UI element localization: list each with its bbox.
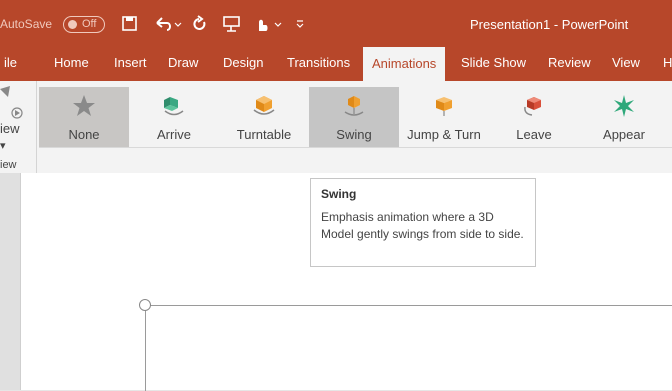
tab-slide-show[interactable]: Slide Show [461, 45, 526, 81]
ribbon-tabs: ile Home Insert Draw Design Transitions … [0, 45, 672, 81]
animation-none[interactable]: None [39, 87, 129, 147]
tooltip-title: Swing [321, 187, 357, 201]
document-title: Presentation1 - PowerPoint [470, 17, 629, 32]
title-bar: AutoSave Off Presentation1 - PowerPoint [0, 0, 672, 45]
customize-qat-icon[interactable] [295, 14, 305, 34]
autosave-label: AutoSave [0, 17, 53, 31]
animation-label: Swing [336, 127, 372, 142]
animation-turntable[interactable]: Turntable [219, 87, 309, 147]
animation-jump-turn[interactable]: Jump & Turn [399, 87, 489, 147]
tab-insert[interactable]: Insert [114, 45, 147, 81]
animation-label: Leave [516, 127, 552, 142]
swing-tooltip: Swing Emphasis animation where a 3D Mode… [310, 178, 536, 267]
redo-icon[interactable] [192, 14, 208, 34]
tab-design[interactable]: Design [223, 45, 263, 81]
animation-gallery: None Arrive Turntable Swing Jump & Turn … [39, 87, 672, 148]
slide-thumbnail-pane[interactable] [0, 173, 21, 390]
turntable-icon [253, 96, 275, 115]
preview-group-label: iew [0, 159, 17, 171]
present-icon[interactable] [222, 14, 242, 34]
tab-file[interactable]: ile [4, 45, 17, 81]
tab-help[interactable]: H [663, 45, 672, 81]
touch-mode-icon[interactable] [254, 14, 284, 34]
tab-review[interactable]: Review [548, 45, 591, 81]
slide-placeholder[interactable] [145, 305, 672, 391]
animation-label: Appear [603, 127, 645, 142]
undo-icon[interactable] [153, 14, 183, 34]
autosave-state: Off [82, 18, 97, 30]
swing-icon [344, 96, 364, 116]
appear-icon [614, 95, 634, 117]
animation-label: None [68, 127, 100, 142]
toggle-knob [68, 20, 77, 29]
animation-label: Arrive [157, 127, 191, 142]
tab-view[interactable]: View [612, 45, 640, 81]
save-icon[interactable] [122, 14, 138, 34]
animation-label: Turntable [236, 127, 292, 142]
ribbon: iew ▾ iew None Arrive Turntable Swing Ju… [0, 81, 672, 174]
autosave-toggle[interactable]: Off [63, 16, 105, 33]
star-icon [73, 95, 95, 116]
tab-animations[interactable]: Animations [363, 47, 446, 81]
animation-arrive[interactable]: Arrive [129, 87, 219, 147]
preview-dropdown-icon[interactable]: ▾ [0, 139, 6, 152]
tab-home[interactable]: Home [54, 45, 89, 81]
leave-icon [524, 97, 541, 116]
tab-transitions[interactable]: Transitions [287, 45, 350, 81]
preview-icon[interactable] [0, 85, 26, 119]
group-divider [36, 81, 37, 173]
tab-draw[interactable]: Draw [168, 45, 198, 81]
arrive-icon [164, 97, 184, 116]
animation-leave[interactable]: Leave [489, 87, 579, 147]
animation-swing[interactable]: Swing [309, 87, 399, 147]
jump-turn-icon [436, 97, 452, 116]
animation-appear[interactable]: Appear [579, 87, 669, 147]
preview-button-label[interactable]: iew [0, 121, 20, 136]
resize-handle[interactable] [139, 299, 151, 311]
tooltip-description: Emphasis animation where a 3D Model gent… [321, 210, 524, 241]
animation-label: Jump & Turn [407, 127, 481, 142]
